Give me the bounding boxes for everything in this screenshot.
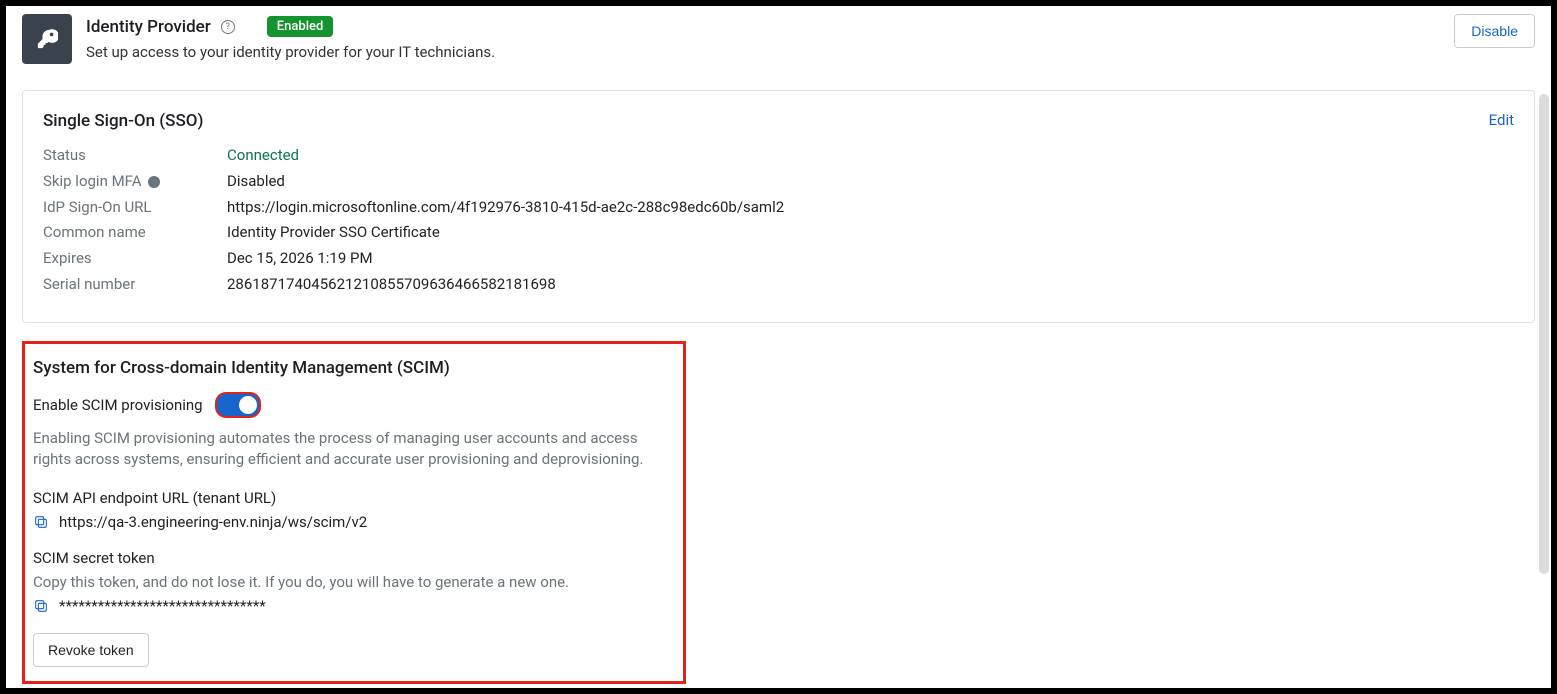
copy-icon[interactable] [33,598,49,614]
edit-link[interactable]: Edit [1489,111,1514,129]
scim-token-value: ******************************** [59,597,266,615]
header-text: Identity Provider ? Enabled Set up acces… [86,14,1454,61]
scim-toggle-row: Enable SCIM provisioning [33,392,663,418]
scim-description: Enabling SCIM provisioning automates the… [33,428,663,472]
sso-cn-value: Identity Provider SSO Certificate [227,222,440,244]
status-badge: Enabled [267,16,334,37]
page-title: Identity Provider [86,17,211,37]
sso-exp-value: Dec 15, 2026 1:19 PM [227,248,373,270]
scim-toggle[interactable] [215,392,261,418]
scim-endpoint-row: https://qa-3.engineering-env.ninja/ws/sc… [33,513,663,531]
sso-row-mfa: Skip login MFA Disabled [43,171,1514,193]
sso-sn-label: Serial number [43,274,227,296]
scim-toggle-label: Enable SCIM provisioning [33,396,203,414]
scim-token-label: SCIM secret token [33,549,663,567]
sso-url-value: https://login.microsoftonline.com/4f1929… [227,197,784,219]
sso-title: Single Sign-On (SSO) [43,111,1514,131]
sso-row-status: Status Connected [43,145,1514,167]
scim-token-help: Copy this token, and do not lose it. If … [33,573,663,591]
sso-row-cn: Common name Identity Provider SSO Certif… [43,222,1514,244]
sso-mfa-label: Skip login MFA [43,171,227,193]
scim-title: System for Cross-domain Identity Managem… [33,358,663,378]
scim-endpoint-label: SCIM API endpoint URL (tenant URL) [33,489,663,507]
sso-row-sn: Serial number 28618717404562121085570963… [43,274,1514,296]
page-header: Identity Provider ? Enabled Set up acces… [22,12,1535,74]
scim-endpoint-value: https://qa-3.engineering-env.ninja/ws/sc… [59,513,367,531]
sso-status-label: Status [43,145,227,167]
scim-card: System for Cross-domain Identity Managem… [22,341,686,685]
revoke-token-button[interactable]: Revoke token [33,633,149,667]
sso-cn-label: Common name [43,222,227,244]
sso-card: Single Sign-On (SSO) Edit Status Connect… [22,90,1535,323]
sso-status-value: Connected [227,145,299,167]
sso-row-url: IdP Sign-On URL https://login.microsofto… [43,197,1514,219]
info-icon[interactable] [148,176,160,188]
sso-mfa-value: Disabled [227,171,285,193]
scrollbar[interactable] [1539,94,1549,574]
sso-exp-label: Expires [43,248,227,270]
page-frame: Identity Provider ? Enabled Set up acces… [6,6,1551,688]
sso-url-label: IdP Sign-On URL [43,197,227,219]
copy-icon[interactable] [33,514,49,530]
page-subtitle: Set up access to your identity provider … [86,43,1454,61]
key-icon [22,14,72,64]
sso-sn-value: 286187174045621210855709636466582181698 [227,274,556,296]
scim-token-row: ******************************** [33,597,663,615]
disable-button[interactable]: Disable [1454,14,1535,48]
help-icon[interactable]: ? [221,20,235,34]
sso-row-exp: Expires Dec 15, 2026 1:19 PM [43,248,1514,270]
